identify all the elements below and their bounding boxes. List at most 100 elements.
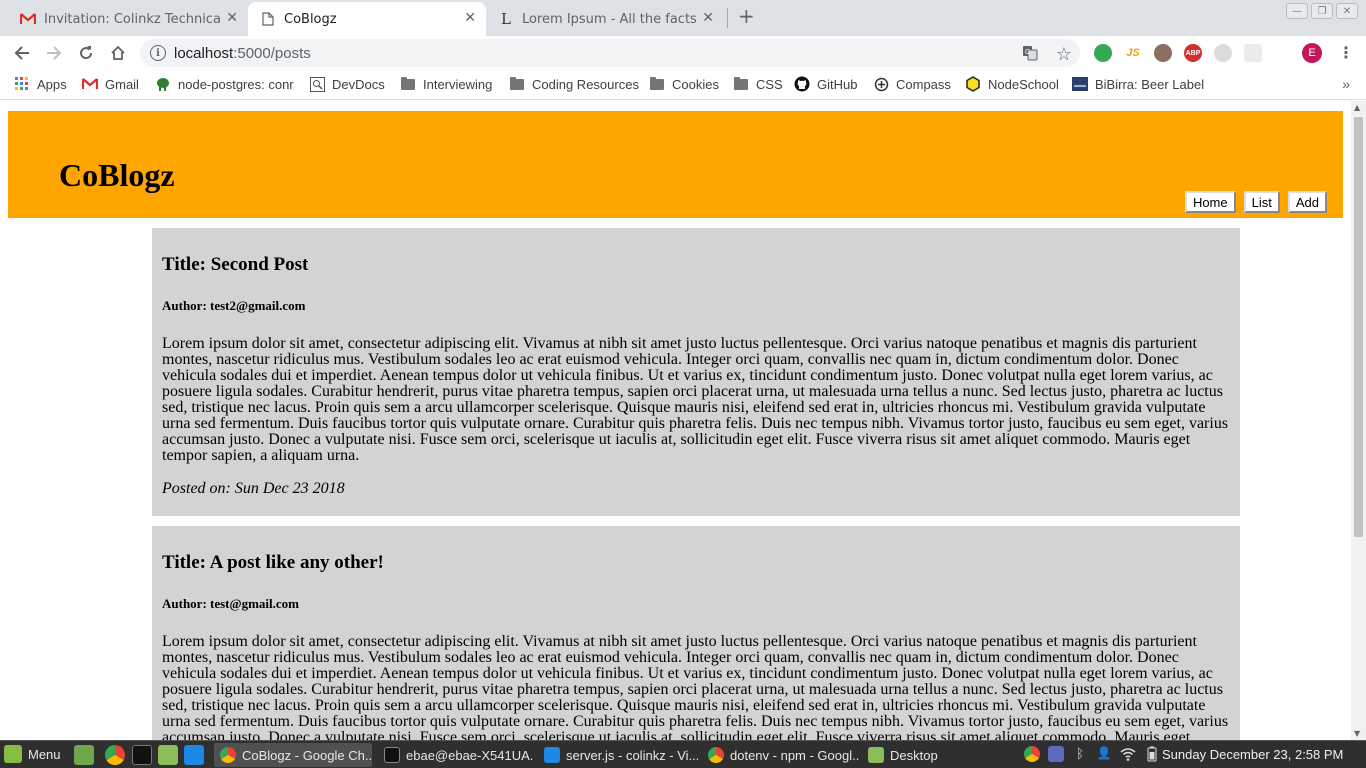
- bookmark-gmail[interactable]: Gmail: [82, 76, 139, 92]
- extension-icons: JS ABP: [1094, 44, 1262, 62]
- owl-ext-icon[interactable]: [1154, 44, 1172, 62]
- address-bar[interactable]: i localhost:5000/posts G ☆: [140, 39, 1080, 67]
- files-launcher-icon[interactable]: [74, 745, 94, 765]
- task-label: ebae@ebae-X541UA...: [406, 747, 534, 763]
- new-tab-icon[interactable]: +: [738, 6, 755, 26]
- kebab-menu-icon[interactable]: ⋮: [1338, 43, 1354, 62]
- bookmarks-overflow-icon[interactable]: »: [1342, 76, 1350, 92]
- chrome-launcher-icon[interactable]: [105, 745, 125, 765]
- apps-grid-icon: [14, 76, 30, 92]
- folder-launcher-icon[interactable]: [158, 745, 178, 765]
- grey-ext-icon[interactable]: [1214, 44, 1232, 62]
- system-clock[interactable]: Sunday December 23, 2:58 PM: [1162, 747, 1343, 762]
- grid-ext-icon[interactable]: [1244, 44, 1262, 62]
- close-window-icon[interactable]: ✕: [1336, 3, 1358, 19]
- github-icon: [794, 76, 810, 92]
- bookmark-github[interactable]: GitHub: [794, 76, 857, 92]
- page-scrollbar[interactable]: ▲ ▼: [1351, 101, 1366, 740]
- post-author: Author: test2@gmail.com: [162, 298, 306, 313]
- home-button[interactable]: Home: [1184, 191, 1236, 213]
- bookmark-label: NodeSchool: [988, 76, 1059, 92]
- bookmark-label: GitHub: [817, 76, 858, 92]
- forward-arrow-icon[interactable]: [42, 42, 66, 64]
- user-icon[interactable]: 👤: [1096, 746, 1112, 762]
- devdocs-icon: [309, 76, 325, 92]
- refresh-ext-icon[interactable]: [1094, 44, 1112, 62]
- bookmark-apps[interactable]: Apps: [14, 76, 67, 92]
- scroll-thumb[interactable]: [1354, 117, 1363, 537]
- post-date: Posted on: Sun Dec 23 2018: [162, 480, 345, 497]
- list-button[interactable]: List: [1243, 191, 1280, 213]
- task-label: CoBlogz - Google Ch...: [242, 747, 372, 763]
- task-coblogz-chrome[interactable]: CoBlogz - Google Ch...: [214, 743, 372, 767]
- bookmark-nodeschool[interactable]: NodeSchool: [965, 76, 1059, 92]
- compass-icon: [873, 76, 889, 92]
- adblock-ext-icon[interactable]: ABP: [1184, 44, 1202, 62]
- bookmark-devdocs[interactable]: DevDocs: [309, 76, 385, 92]
- window-controls: — ❐ ✕: [1286, 3, 1358, 19]
- tab-separator: [727, 8, 728, 28]
- bookmark-star-icon[interactable]: ☆: [1056, 44, 1072, 65]
- minimize-icon[interactable]: —: [1286, 3, 1308, 19]
- gmail-icon: [82, 76, 98, 92]
- chrome-tray-icon[interactable]: [1024, 746, 1040, 762]
- browser-tab-strip: Invitation: Colinkz Technical Tes ✕ CoBl…: [0, 0, 1366, 36]
- bookmark-interviewing[interactable]: Interviewing: [400, 76, 492, 92]
- task-label: dotenv - npm - Googl...: [730, 747, 860, 763]
- tab-title: CoBlogz: [284, 11, 337, 27]
- add-button[interactable]: Add: [1287, 191, 1327, 213]
- back-arrow-icon[interactable]: [10, 42, 34, 64]
- os-taskbar: Menu CoBlogz - Google Ch... ebae@ebae-X5…: [0, 740, 1366, 768]
- post-body: Lorem ipsum dolor sit amet, consectetur …: [162, 633, 1229, 741]
- task-terminal[interactable]: ebae@ebae-X541UA...: [378, 743, 534, 767]
- translate-icon[interactable]: G: [1022, 45, 1038, 65]
- bookmark-label: CSS: [756, 76, 783, 92]
- info-icon[interactable]: i: [150, 45, 166, 61]
- start-menu-button[interactable]: Menu: [4, 745, 61, 763]
- folder-icon: [400, 76, 416, 92]
- bookmark-label: Cookies: [672, 76, 719, 92]
- profile-avatar[interactable]: E: [1302, 43, 1322, 63]
- maximize-icon[interactable]: ❐: [1311, 3, 1333, 19]
- tab-coblogz[interactable]: CoBlogz ✕: [248, 2, 486, 36]
- wifi-icon[interactable]: [1120, 746, 1136, 762]
- close-icon[interactable]: ✕: [226, 10, 238, 26]
- bookmarks-bar: Apps Gmail node-postgres: conr DevDocs I…: [0, 70, 1366, 100]
- site-title: CoBlogz: [59, 157, 175, 193]
- chrome-icon: [708, 747, 724, 763]
- vscode-launcher-icon[interactable]: [184, 745, 204, 765]
- scroll-up-icon[interactable]: ▲: [1354, 103, 1360, 112]
- close-icon[interactable]: ✕: [702, 10, 714, 26]
- site-nav: Home List Add: [1184, 191, 1327, 213]
- task-vscode[interactable]: server.js - colinkz - Vi...: [538, 743, 698, 767]
- bookmark-coding-resources[interactable]: Coding Resources: [509, 76, 639, 92]
- scroll-down-icon[interactable]: ▼: [1354, 729, 1360, 738]
- tab-lorem-ipsum[interactable]: L Lorem Ipsum - All the facts - Lip ✕: [488, 2, 724, 36]
- bookmark-cookies[interactable]: Cookies: [649, 76, 719, 92]
- js-ext-icon[interactable]: JS: [1124, 44, 1142, 62]
- shield-icon[interactable]: [1048, 746, 1064, 762]
- folder-icon: [868, 747, 884, 763]
- terminal-launcher-icon[interactable]: [132, 745, 152, 765]
- close-icon[interactable]: ✕: [464, 10, 476, 26]
- post-list: Title: Second Post Author: test2@gmail.c…: [152, 228, 1240, 740]
- bookmark-node-postgres[interactable]: node-postgres: conr: [155, 76, 294, 92]
- gmail-icon: [20, 11, 36, 27]
- battery-icon[interactable]: [1144, 746, 1160, 762]
- bookmark-label: Coding Resources: [532, 76, 639, 92]
- task-dotenv-chrome[interactable]: dotenv - npm - Googl...: [702, 743, 860, 767]
- menu-label: Menu: [28, 746, 61, 762]
- bookmark-bibirra[interactable]: BiBirra: Beer Label F: [1072, 76, 1208, 92]
- tab-gmail-invitation[interactable]: Invitation: Colinkz Technical Tes ✕: [10, 2, 248, 36]
- nodeschool-icon: [965, 76, 981, 92]
- site-header: CoBlogz Home List Add: [8, 111, 1343, 218]
- bluetooth-icon[interactable]: ᛒ: [1072, 746, 1088, 762]
- bookmark-compass[interactable]: Compass: [873, 76, 951, 92]
- bookmark-css[interactable]: CSS: [733, 76, 783, 92]
- bibirra-icon: [1072, 76, 1088, 92]
- reload-icon[interactable]: [74, 42, 98, 64]
- elephant-icon: [155, 76, 171, 92]
- home-icon[interactable]: [106, 42, 130, 64]
- task-desktop[interactable]: Desktop: [862, 743, 1018, 767]
- mint-logo-icon: [4, 745, 22, 763]
